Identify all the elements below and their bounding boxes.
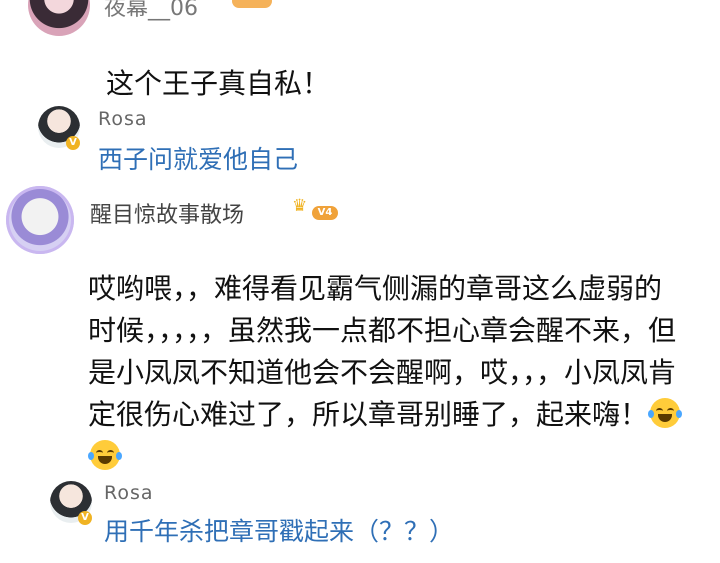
comment-text: 哎哟喂，，难得看见霸气侧漏的章哥这么虚弱的时候，，，，，虽然我一点都不担心章会醒… [88,268,688,478]
verified-badge-icon: V [78,511,92,525]
level-badge: V4 [312,206,338,220]
reply-username[interactable]: Rosa [98,108,148,130]
level-badge [232,0,272,8]
comment-username[interactable]: 醒目惊故事散场 [90,197,244,229]
comment-avatar[interactable] [28,0,90,36]
comment-text: 这个王子真自私！ [106,67,331,100]
verified-badge-icon: V [66,136,80,150]
reply-text: 用千年杀把章哥戳起来（？？） [104,517,455,546]
reply-text: 西子问就爱他自己 [98,145,299,174]
reply-username[interactable]: Rosa [104,482,154,504]
comment-username[interactable]: 夜幕__06 [104,0,198,22]
laugh-cry-emoji-icon [648,398,683,428]
comment-body: 哎哟喂，，难得看见霸气侧漏的章哥这么虚弱的时候，，，，，虽然我一点都不担心章会醒… [88,272,677,431]
comment-avatar[interactable] [6,186,74,254]
laugh-cry-emoji-icon [88,440,122,470]
crown-icon: ♛ [292,196,308,216]
